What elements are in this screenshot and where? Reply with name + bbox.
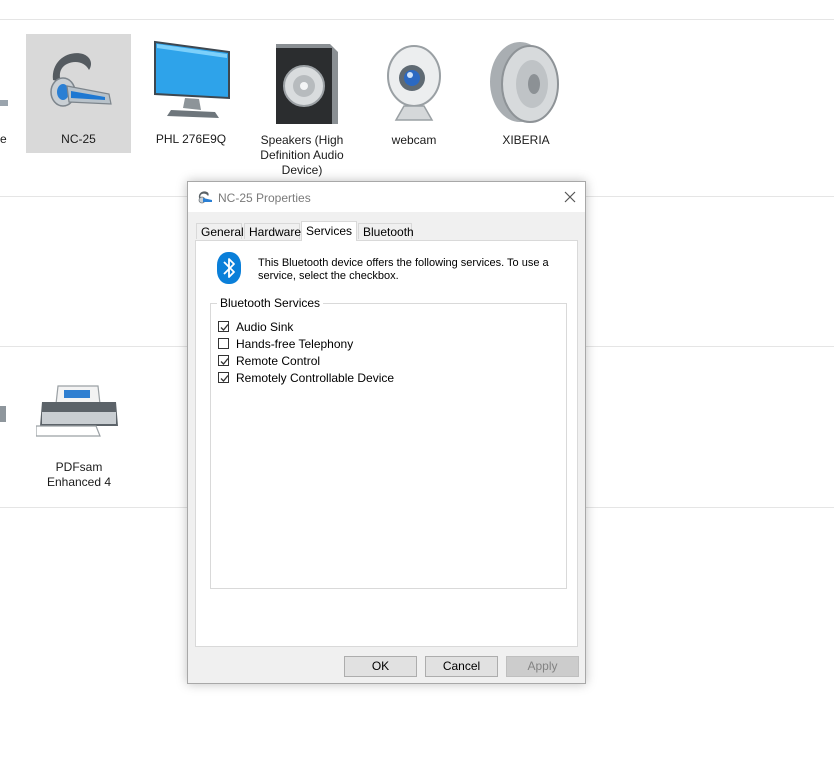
printer-icon <box>36 385 118 437</box>
close-icon <box>564 191 576 203</box>
headset-icon <box>49 53 112 107</box>
dialog-title: NC-25 Properties <box>218 191 311 205</box>
device-label: e <box>0 132 7 146</box>
service-label: Audio Sink <box>236 320 294 334</box>
device-label-line: Enhanced 4 <box>46 475 112 489</box>
service-label: Remotely Controllable Device <box>236 371 395 385</box>
device-label: NC-25 <box>61 132 96 146</box>
services-panel: This Bluetooth device offers the followi… <box>195 240 578 647</box>
properties-dialog: NC-25 Properties General Hardware Servic… <box>187 181 586 684</box>
device-label-line: Definition Audio <box>260 148 344 162</box>
tab-hardware[interactable]: Hardware <box>244 223 301 239</box>
speaker-cone-icon <box>490 42 559 123</box>
checkbox-remote-control[interactable] <box>218 355 229 366</box>
speaker-icon <box>276 44 338 124</box>
device-label: webcam <box>391 133 437 147</box>
bluetooth-icon <box>217 252 241 284</box>
cancel-button[interactable]: Cancel <box>425 656 498 677</box>
tab-general[interactable]: General <box>196 223 244 239</box>
monitor-icon <box>154 40 230 118</box>
device-nc25[interactable]: NC-25 <box>26 34 131 153</box>
checkmark-icon <box>220 375 229 382</box>
device-pdfsam[interactable]: PDFsam Enhanced 4 <box>34 378 124 490</box>
device-label-line: Speakers (High <box>260 133 344 147</box>
group-label: Bluetooth Services <box>217 296 324 310</box>
separator <box>0 19 834 20</box>
tab-services[interactable]: Services <box>301 221 357 241</box>
ok-button[interactable]: OK <box>344 656 417 677</box>
dialog-titlebar[interactable]: NC-25 Properties <box>188 182 585 212</box>
device-label-line: PDFsam <box>55 460 103 474</box>
services-description: This Bluetooth device offers the followi… <box>258 257 558 283</box>
device-partial-icon <box>0 94 8 108</box>
device-partial[interactable]: e <box>0 132 10 147</box>
description-line: service, select the checkbox. <box>258 270 399 282</box>
tab-bluetooth[interactable]: Bluetooth <box>358 223 414 239</box>
device-webcam[interactable]: webcam <box>372 40 456 148</box>
checkbox-hands-free-telephony[interactable] <box>218 338 229 349</box>
webcam-icon <box>387 45 441 121</box>
headset-small-icon <box>198 191 212 204</box>
device-label-line: Device) <box>281 163 323 177</box>
device-xiberia[interactable]: XIBERIA <box>484 40 568 148</box>
device-label: PHL 276E9Q <box>155 132 227 146</box>
device-label: XIBERIA <box>502 133 550 147</box>
service-label: Hands-free Telephony <box>236 337 354 351</box>
description-line: This Bluetooth device offers the followi… <box>258 257 549 269</box>
service-label: Remote Control <box>236 354 321 368</box>
bluetooth-services-group: Bluetooth Services Audio Sink Hands-free… <box>210 296 567 589</box>
checkmark-icon <box>220 324 229 331</box>
device-speakers[interactable]: Speakers (High Definition Audio Device) <box>253 40 351 178</box>
device-phl-monitor[interactable]: PHL 276E9Q <box>144 38 238 147</box>
checkmark-icon <box>220 358 229 365</box>
apply-button[interactable]: Apply <box>506 656 579 677</box>
checkbox-audio-sink[interactable] <box>218 321 229 332</box>
checkbox-remotely-controllable-device[interactable] <box>218 372 229 383</box>
device-partial-icon <box>0 398 6 428</box>
close-button[interactable] <box>555 182 585 212</box>
